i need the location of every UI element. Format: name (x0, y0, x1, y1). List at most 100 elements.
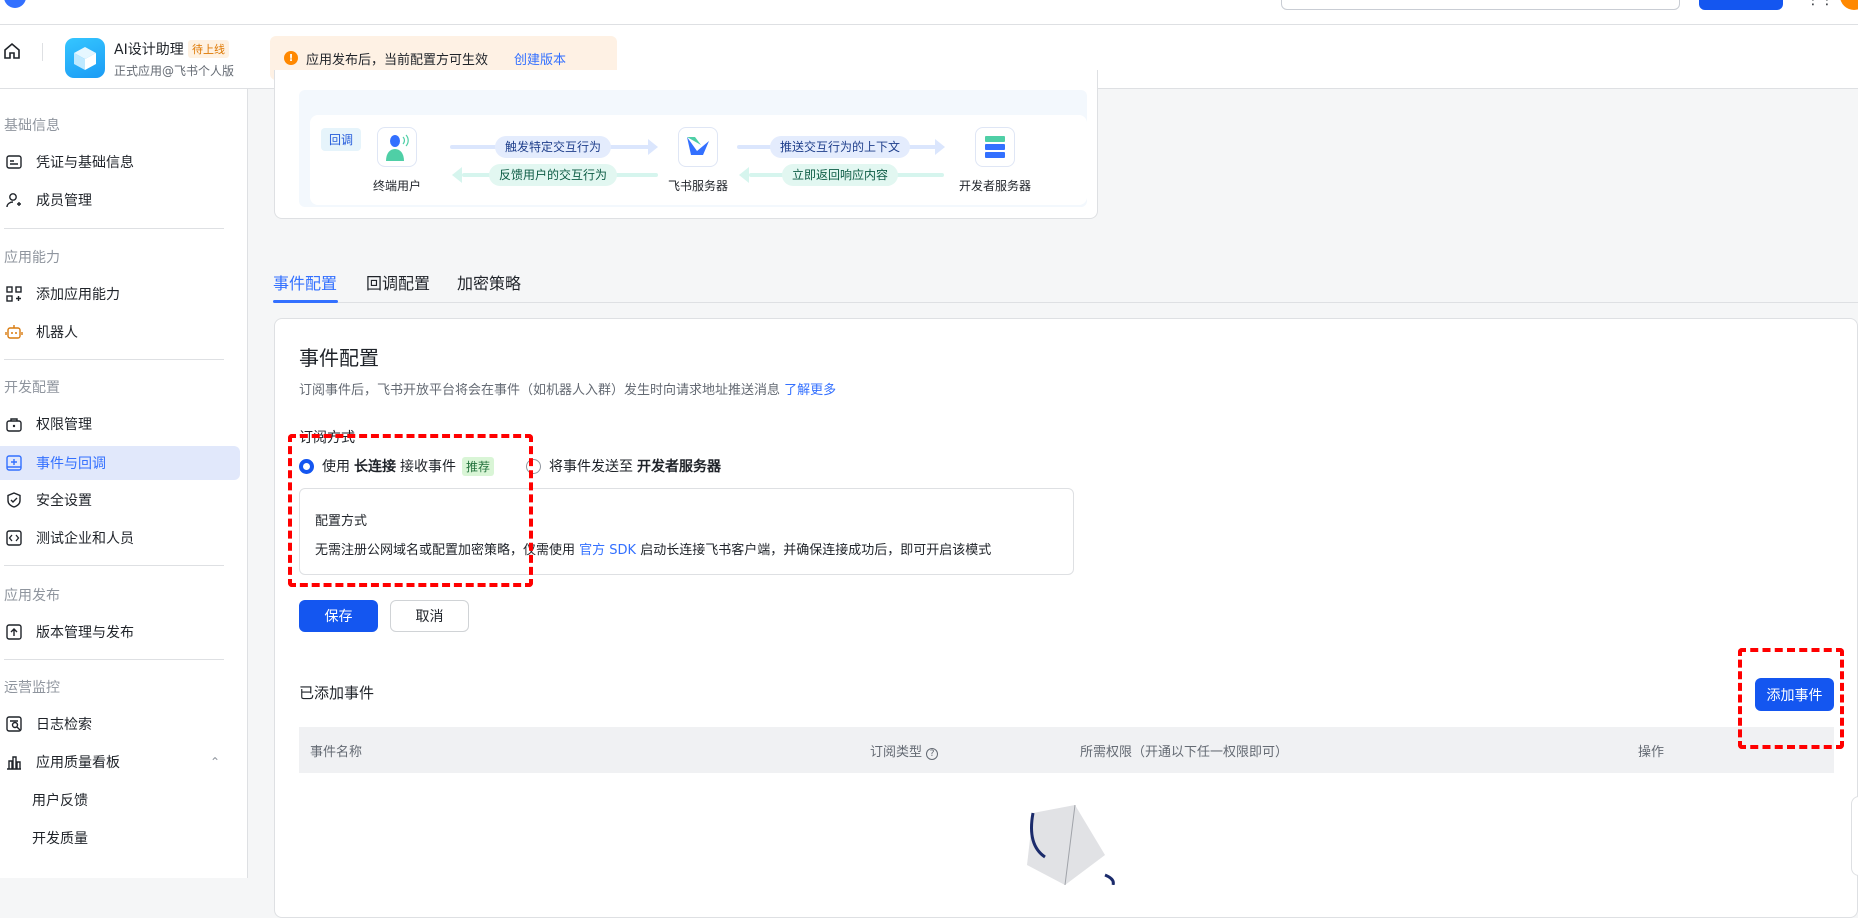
log-search-icon (4, 714, 24, 734)
node-label: 开发者服务器 (958, 179, 1032, 193)
node-label: 飞书服务器 (667, 179, 729, 193)
help-icon[interactable]: ? (926, 748, 939, 760)
tab-active-indicator (273, 300, 338, 303)
column-permissions: 所需权限（开通以下任一权限即可） (1080, 745, 1289, 760)
grid-menu-icon[interactable]: ⋮⋮ (1806, 0, 1834, 8)
developer-server-icon (975, 127, 1015, 167)
logo-icon[interactable] (4, 0, 26, 8)
chevron-up-icon[interactable]: ⌃ (210, 755, 220, 769)
arrowhead-right-icon (648, 139, 658, 155)
divider (4, 659, 224, 660)
sidebar-item-add-capability[interactable]: 添加应用能力 (0, 277, 240, 311)
divider (4, 359, 224, 360)
option-bold: 开发者服务器 (637, 459, 721, 475)
column-actions: 操作 (1638, 745, 1665, 760)
column-subscription-type: 订阅类型 ? (870, 741, 939, 760)
sidebar-item-robot[interactable]: 机器人 (0, 315, 240, 349)
sidebar-item-security[interactable]: 安全设置 (0, 483, 240, 517)
robot-icon (4, 322, 24, 342)
arrowhead-right-icon (935, 139, 945, 155)
sidebar-item-label: 事件与回调 (36, 456, 106, 472)
arrow-label: 推送交互行为的上下文 (769, 136, 911, 158)
column-event-name: 事件名称 (310, 745, 363, 760)
cancel-button[interactable]: 取消 (390, 600, 469, 632)
sidebar-item-label: 安全设置 (36, 493, 92, 509)
app-name: AI设计助理 (114, 42, 184, 58)
tab-encryption[interactable]: 加密策略 (457, 270, 521, 294)
end-user-icon (377, 127, 417, 167)
sidebar-item-label: 凭证与基础信息 (36, 155, 134, 171)
code-icon (4, 528, 24, 548)
sidebar-item-quality-board[interactable]: 应用质量看板 ⌃ (0, 745, 240, 779)
sidebar-item-members[interactable]: 成员管理 (0, 183, 240, 217)
sidebar-item-events-callbacks[interactable]: 事件与回调 (0, 446, 240, 480)
floating-panel-edge[interactable] (1851, 796, 1858, 876)
section-dev-config: 开发配置 (4, 380, 60, 396)
bar-chart-icon (4, 752, 24, 772)
empty-state-illustration (1005, 804, 1125, 889)
sidebar-item-versions[interactable]: 版本管理与发布 (0, 615, 240, 649)
arrow-label: 触发特定交互行为 (494, 136, 612, 158)
shield-icon (4, 490, 24, 510)
radio-developer-server[interactable]: 将事件发送至 开发者服务器 (526, 456, 721, 476)
arrow-label: 立即返回响应内容 (781, 164, 899, 186)
event-icon (4, 453, 24, 473)
arrowhead-left-icon (452, 167, 462, 183)
sidebar-item-label: 日志检索 (36, 717, 92, 733)
tab-callback-config[interactable]: 回调配置 (366, 270, 430, 294)
sidebar-item-test-enterprise[interactable]: 测试企业和人员 (0, 521, 240, 555)
arrowhead-left-icon (739, 167, 749, 183)
sidebar-item-label: 添加应用能力 (36, 287, 120, 303)
node-label: 终端用户 (372, 179, 422, 193)
divider (4, 228, 224, 229)
divider (42, 43, 43, 61)
avatar[interactable] (1840, 0, 1858, 10)
top-nav: ⋮⋮ (0, 0, 1858, 25)
section-basic-info: 基础信息 (4, 118, 60, 134)
primary-action-button[interactable] (1699, 0, 1783, 10)
arrow-label: 反馈用户的交互行为 (488, 164, 618, 186)
warning-icon: ! (284, 51, 298, 65)
lock-icon (4, 414, 24, 434)
section-release: 应用发布 (4, 588, 60, 604)
sidebar-item-label: 测试企业和人员 (36, 531, 134, 547)
option-text: 将事件发送至 (549, 459, 633, 475)
create-version-link[interactable]: 创建版本 (514, 49, 566, 68)
sidebar: 基础信息 凭证与基础信息 成员管理 应用能力 添加应用能力 机器人 开发配置 权… (0, 89, 248, 878)
tab-event-config[interactable]: 事件配置 (273, 270, 337, 294)
added-events-title: 已添加事件 (299, 684, 375, 702)
annotation-highlight-add-event (1738, 648, 1844, 749)
upload-icon (4, 622, 24, 642)
sidebar-item-label: 权限管理 (36, 417, 92, 433)
sidebar-item-log-search[interactable]: 日志检索 (0, 707, 240, 741)
learn-more-link[interactable]: 了解更多 (784, 383, 836, 398)
column-label: 订阅类型 (870, 745, 923, 760)
section-monitoring: 运营监控 (4, 680, 60, 696)
sidebar-item-permissions[interactable]: 权限管理 (0, 407, 240, 441)
sidebar-item-label: 开发质量 (32, 831, 88, 847)
home-icon[interactable] (2, 41, 22, 65)
sidebar-item-label: 应用质量看板 (36, 755, 120, 771)
save-button[interactable]: 保存 (299, 600, 378, 632)
app-subtitle: 正式应用@飞书个人版 (114, 64, 235, 78)
section-capabilities: 应用能力 (4, 250, 60, 266)
text: 启动长连接飞书客户端，并确保连接成功后，即可开启该模式 (640, 543, 992, 558)
section-title: 事件配置 (299, 346, 379, 370)
sidebar-item-label: 用户反馈 (32, 793, 88, 809)
status-badge: 待上线 (188, 40, 229, 58)
sidebar-item-credentials[interactable]: 凭证与基础信息 (0, 145, 240, 179)
apps-add-icon (4, 284, 24, 304)
description-text: 订阅事件后，飞书开放平台将会在事件（如机器人入群）发生时向请求地址推送消息 (299, 383, 781, 398)
sidebar-item-label: 机器人 (36, 325, 78, 341)
sidebar-item-user-feedback[interactable]: 用户反馈 (0, 783, 240, 817)
official-sdk-link[interactable]: 官方 SDK (579, 543, 636, 558)
search-input[interactable] (1281, 0, 1680, 10)
sidebar-item-dev-quality[interactable]: 开发质量 (0, 821, 240, 855)
sidebar-item-label: 版本管理与发布 (36, 625, 134, 641)
app-icon (65, 38, 105, 78)
callback-tag: 回调 (321, 128, 362, 151)
divider (4, 565, 224, 566)
annotation-highlight-subscribe-mode (288, 434, 533, 587)
events-table-header (299, 727, 1834, 773)
id-card-icon (4, 152, 24, 172)
